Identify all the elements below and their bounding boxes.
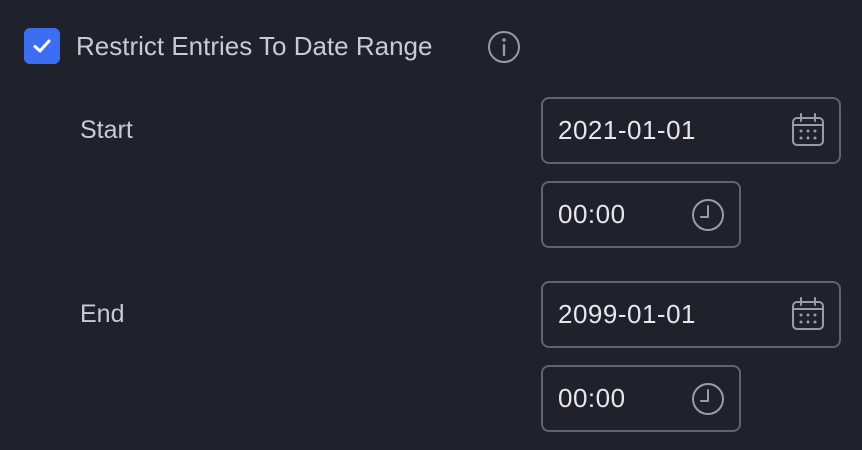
start-label: Start xyxy=(80,116,133,144)
end-label: End xyxy=(80,300,125,328)
end-time-value: 00:00 xyxy=(558,383,626,413)
end-date-input[interactable]: 2099-01-01 xyxy=(541,281,841,348)
checkmark-icon xyxy=(33,39,51,53)
start-time-value: 00:00 xyxy=(558,199,626,229)
calendar-icon[interactable] xyxy=(791,297,825,331)
start-date-value: 2021-01-01 xyxy=(558,115,696,145)
start-time-input[interactable]: 00:00 xyxy=(541,181,741,248)
end-time-input[interactable]: 00:00 xyxy=(541,365,741,432)
restrict-date-range-label[interactable]: Restrict Entries To Date Range xyxy=(76,30,432,62)
start-date-input[interactable]: 2021-01-01 xyxy=(541,97,841,164)
clock-icon[interactable] xyxy=(691,382,725,416)
calendar-icon[interactable] xyxy=(791,113,825,147)
date-range-panel: Restrict Entries To Date Range Start 202… xyxy=(0,0,862,450)
end-date-value: 2099-01-01 xyxy=(558,299,696,329)
restrict-date-range-checkbox[interactable] xyxy=(24,28,60,64)
clock-icon[interactable] xyxy=(691,198,725,232)
info-icon[interactable] xyxy=(487,30,521,64)
